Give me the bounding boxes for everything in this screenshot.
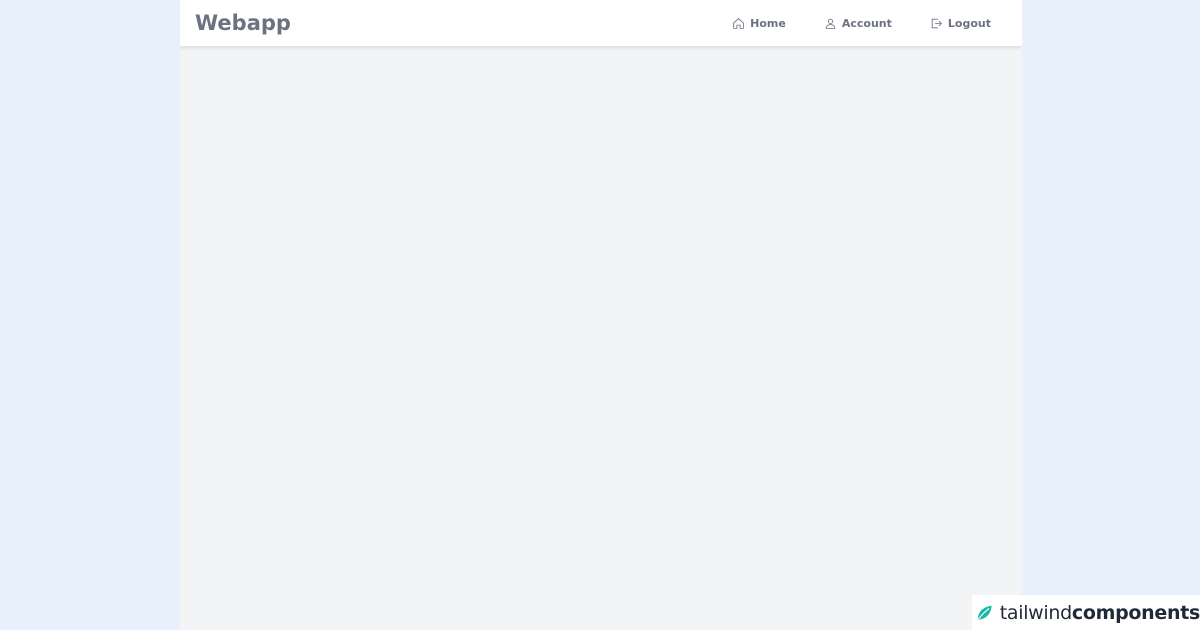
nav-account-link[interactable]: Account [824, 17, 892, 30]
tailwindcomponents-watermark[interactable]: tailwindcomponents [972, 595, 1200, 630]
nav-logout-label: Logout [947, 16, 991, 30]
nav-account-label: Account [841, 16, 892, 30]
app-container: Webapp Home Account Logout [180, 0, 1022, 630]
watermark-text: tailwindcomponents [1000, 602, 1200, 624]
nav-links: Home Account Logout [732, 0, 991, 46]
home-icon [733, 17, 744, 29]
user-icon [825, 18, 836, 29]
watermark-text-bold: components [1071, 601, 1200, 624]
watermark-text-light: tailwind [999, 601, 1072, 624]
nav-home-link[interactable]: Home [732, 17, 786, 30]
top-navbar: Webapp Home Account Logout [180, 0, 1022, 46]
logout-icon [931, 18, 942, 28]
main-content-area [180, 46, 1022, 630]
nav-home-label: Home [750, 16, 786, 30]
nav-logout-link[interactable]: Logout [930, 17, 991, 30]
leaf-icon [977, 605, 992, 619]
brand-logo[interactable]: Webapp [195, 9, 291, 37]
